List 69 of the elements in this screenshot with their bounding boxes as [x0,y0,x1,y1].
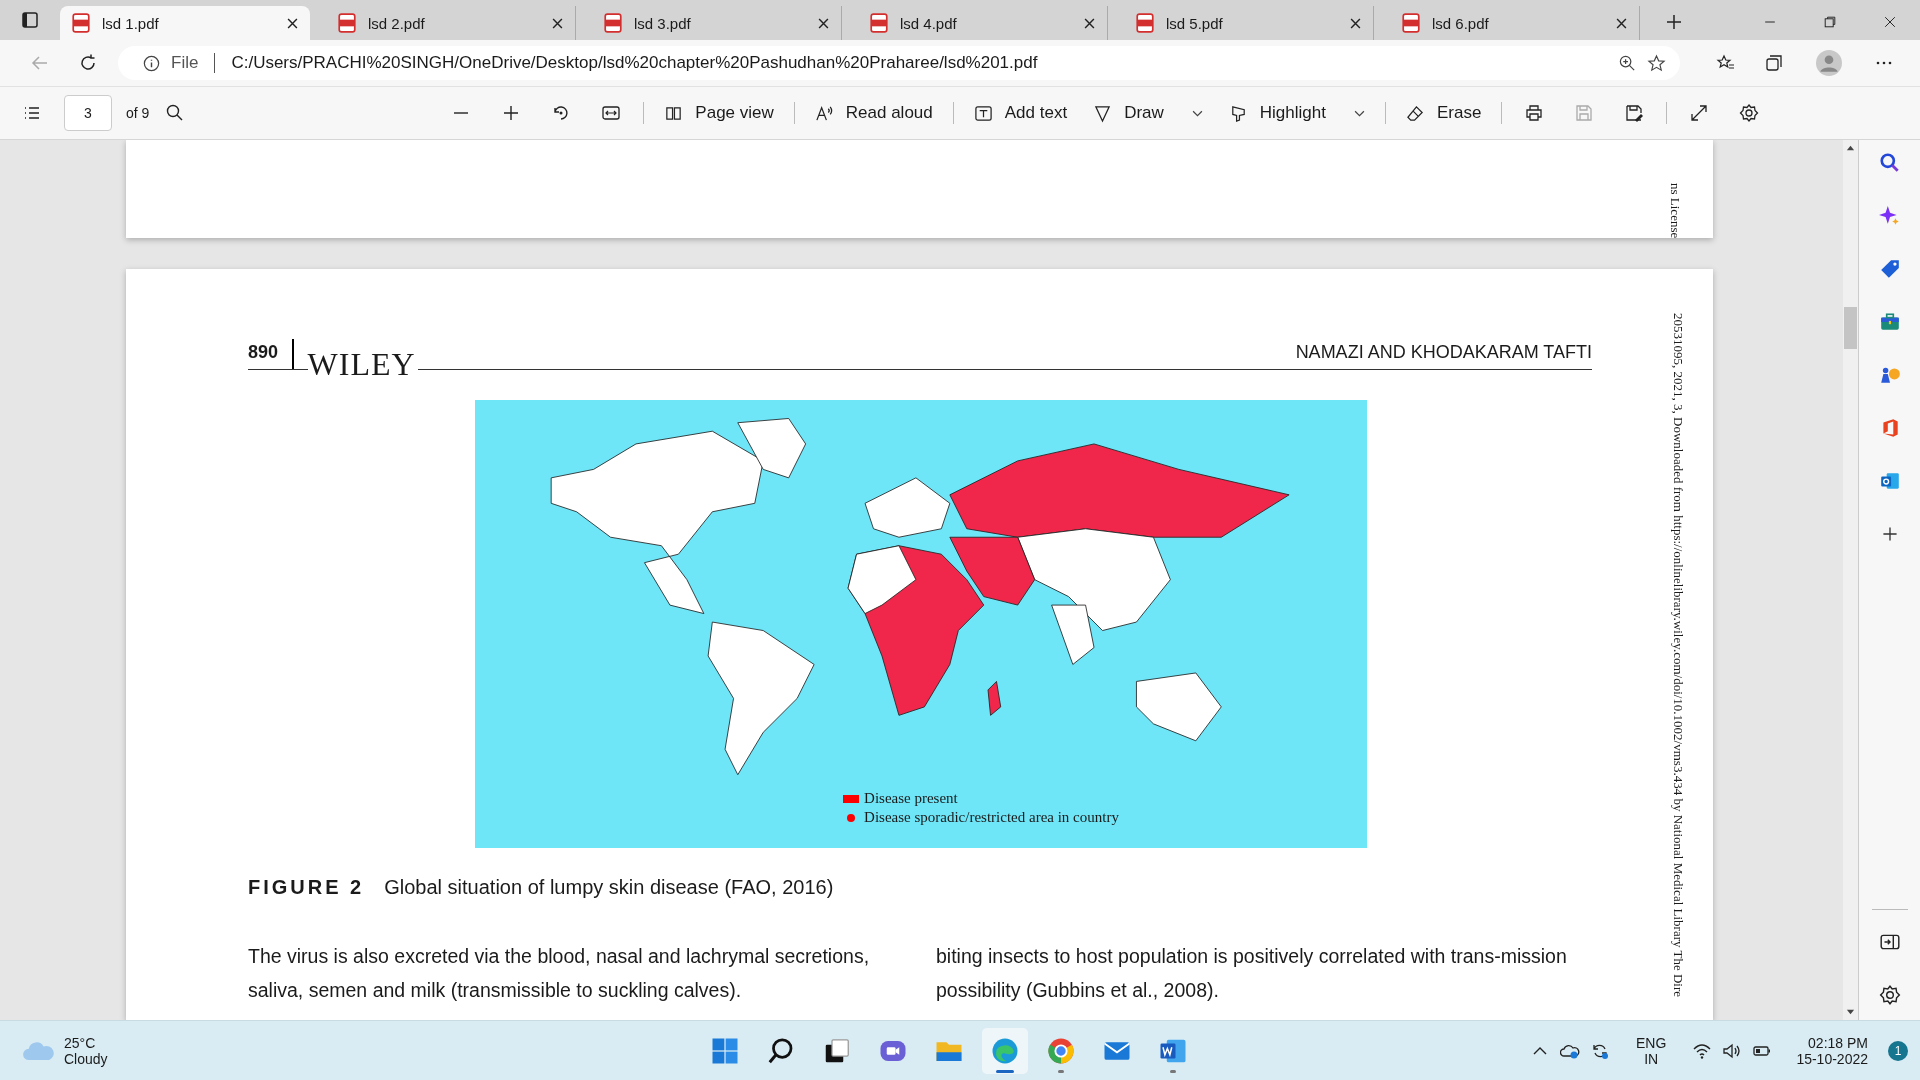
refresh-icon[interactable] [78,53,98,73]
scheme-label: File [171,53,199,73]
scroll-down-arrow-icon[interactable] [1846,1007,1855,1016]
scroll-up-arrow-icon[interactable] [1846,144,1855,153]
settings-icon[interactable] [1739,103,1760,123]
notification-badge[interactable]: 1 [1888,1040,1908,1061]
pdf-file-icon [1402,13,1420,33]
eraser-icon [1405,103,1425,123]
profile-avatar-icon[interactable] [1816,50,1842,76]
tab-actions-icon[interactable] [20,10,40,30]
figure-label: FIGURE 2 [248,876,365,899]
side-note: ns License [1667,182,1683,238]
print-icon[interactable] [1524,103,1545,123]
page-count-label: of 9 [126,105,150,121]
read-button[interactable]: Read aloud [808,99,939,127]
running-head: NAMAZI AND KHODAKARAM TAFTI [1295,342,1592,363]
edge-taskbar-icon[interactable] [982,1027,1028,1074]
toolbox-icon[interactable] [1878,311,1901,333]
pdf-file-icon [1136,13,1154,33]
draw-button[interactable]: Draw [1087,99,1209,127]
url-text: C:/Users/PRACHI%20SINGH/OneDrive/Desktop/lsd%20chapter%20Pashudhan%20Praharee/lsd%201.pdf [231,53,1038,73]
zoom-in-icon[interactable] [1618,53,1637,73]
body-paragraph: The virus is also excreted via the blood, nasal and lachrymal secretions, saliva, semen and milk (transmissible to suckling calves). [248,944,871,1003]
pdf-file-icon [604,13,622,33]
close-icon[interactable] [287,17,298,29]
close-icon[interactable] [1882,14,1898,30]
side-note: 20531095, 2021, 3, Downloaded from https://onlinelibrary.wiley.com/doi/10.1002/vms3.434 by National Medical Library The Dire [1670,313,1686,998]
save-as-icon[interactable] [1624,103,1645,123]
text-box-icon [973,103,993,123]
restore-icon[interactable] [1822,14,1838,30]
new-tab-icon[interactable] [1664,12,1684,32]
close-icon[interactable] [1350,17,1361,29]
search-icon[interactable] [1878,152,1901,174]
pdf-file-icon [338,13,356,33]
mail-app-icon[interactable] [1878,470,1901,492]
settings-icon[interactable] [1878,984,1901,1006]
page-number-field[interactable]: 3 [64,95,112,131]
erase-button[interactable]: Erase [1399,99,1488,127]
legend-swatch [843,794,860,803]
pdf-file-icon [72,13,90,33]
weather-condition-label: Cloudy [64,1050,108,1067]
browser-tab[interactable]: lsd 1.pdf [60,6,310,40]
fullscreen-icon[interactable] [1689,103,1710,123]
fit-width-icon[interactable] [601,103,622,123]
favorite-star-icon[interactable] [1647,53,1666,73]
legend-label: Disease sporadic/restricted area in country [864,809,1119,826]
pen-tip-icon [1093,103,1113,123]
close-icon[interactable] [552,17,563,29]
close-icon[interactable] [1084,17,1095,29]
input-language-indicator[interactable]: ENG IN [1636,1034,1667,1067]
legend-dot [847,813,856,822]
page-number: 890 [248,342,279,363]
highlight-button[interactable]: Highlight [1222,99,1371,127]
pageview-button[interactable]: Page view [658,99,780,127]
clock[interactable]: 02:18 PM 15-10-2022 [1796,1034,1868,1067]
text-button[interactable]: Add text [967,99,1074,127]
close-icon[interactable] [818,17,829,29]
address-field[interactable]: File C:/Users/PRACHI%20SINGH/OneDrive/Desktop/lsd%20chapter%20Pashudhan%20Praharee/lsd%201.pdf [118,46,1680,80]
legend-label: Disease present [864,790,958,807]
scrollbar-thumb[interactable] [1844,307,1857,349]
read-aloud-icon [814,103,834,123]
info-icon [142,53,161,73]
temperature-label: 25°C [64,1034,97,1051]
collections-icon[interactable] [1764,53,1784,73]
pdf-file-icon [870,13,888,33]
body-paragraph: biting insects to host population is positively correlated with trans-mission possibility (Gubbins et al., 2008). [936,944,1568,1003]
close-icon[interactable] [1616,17,1627,29]
sparkle-icon[interactable] [1878,205,1901,227]
figure-caption: Global situation of lumpy skin disease (FAO, 2016) [384,876,834,899]
